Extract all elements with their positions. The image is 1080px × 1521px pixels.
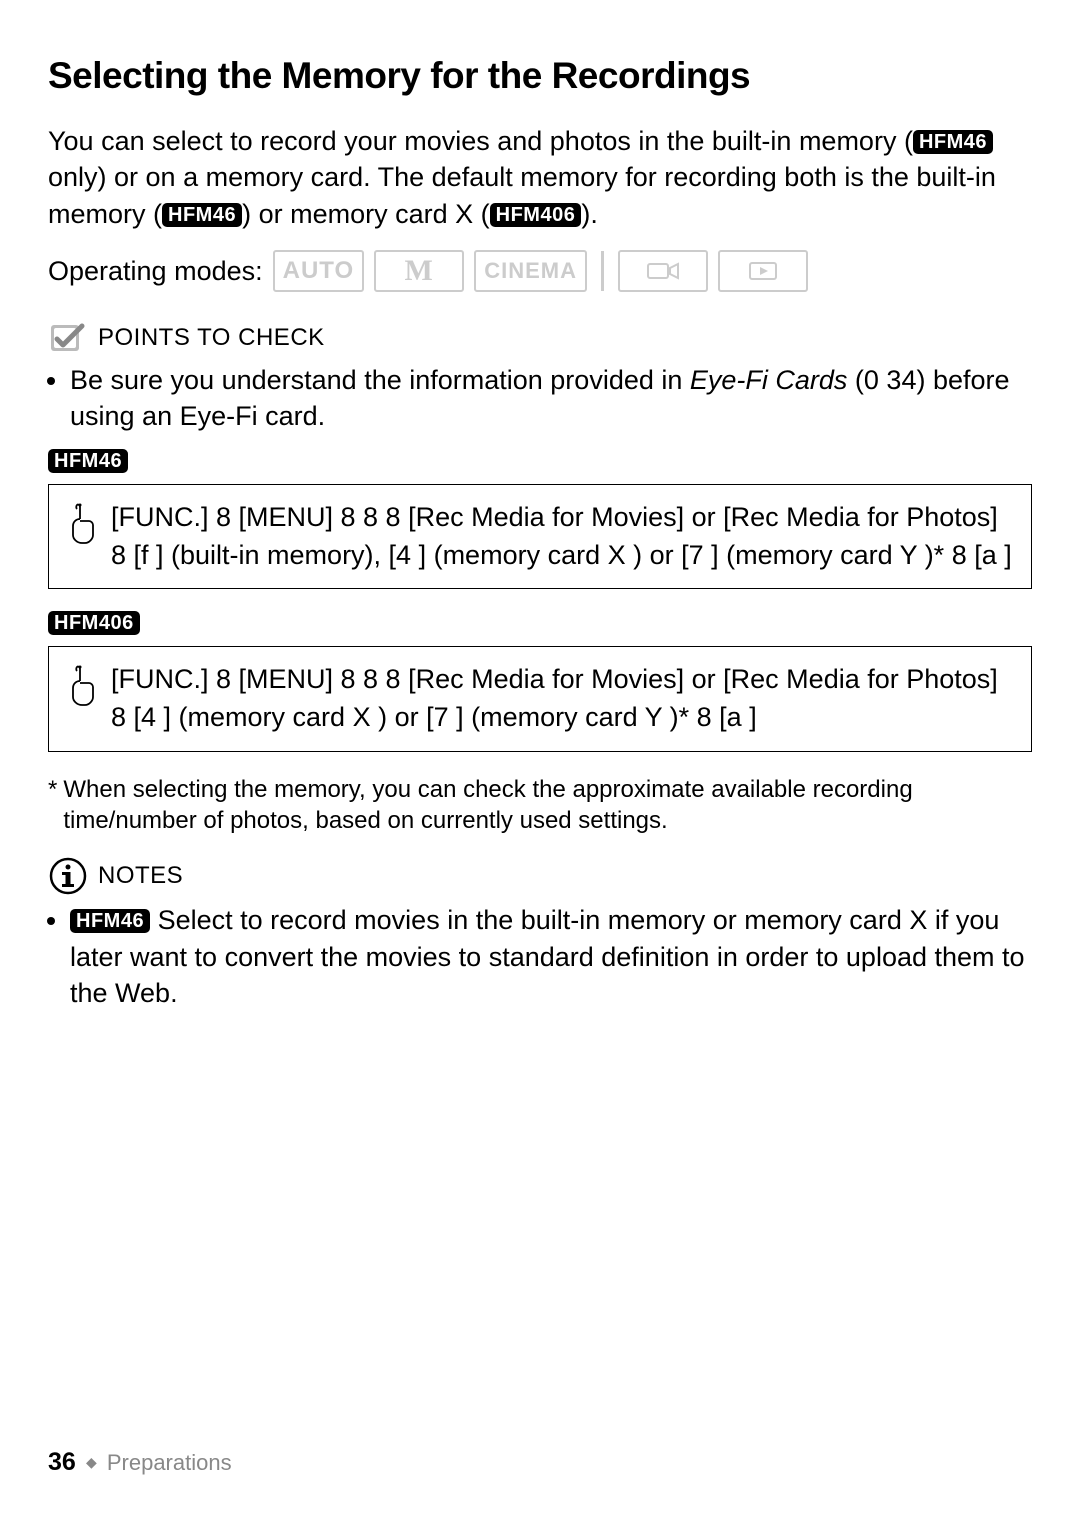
intro-text: ). <box>581 199 598 229</box>
model-pill-hfm406: HFM406 <box>490 203 582 227</box>
notes-text: Select to record movies in the built-in … <box>70 905 1025 1008</box>
points-to-check-header: POINTS TO CHECK <box>48 320 1032 356</box>
model-section-tag: HFM406 <box>48 611 1032 636</box>
operating-modes-row: Operating modes: AUTO M CINEMA <box>48 250 1032 292</box>
notes-list: HFM46 Select to record movies in the bui… <box>48 902 1032 1011</box>
model-pill-hfm46: HFM46 <box>162 203 242 227</box>
mode-divider <box>601 251 604 291</box>
section-title: Selecting the Memory for the Recordings <box>48 50 1032 97</box>
footer-separator-icon: ◆ <box>82 1454 101 1470</box>
mode-play-icon <box>718 250 808 292</box>
instruction-text: [FUNC.] 8 [MENU] 8 8 8 [Rec Media for Mo… <box>111 661 1017 737</box>
intro-text: ) or memory card X ( <box>242 199 490 229</box>
notes-label: NOTES <box>98 862 183 890</box>
notes-header: NOTES <box>48 856 1032 896</box>
points-to-check-list: Be sure you understand the information p… <box>48 362 1032 435</box>
points-to-check-label: POINTS TO CHECK <box>98 324 325 352</box>
notes-item: HFM46 Select to record movies in the bui… <box>70 902 1032 1011</box>
instruction-text: [FUNC.] 8 [MENU] 8 8 8 [Rec Media for Mo… <box>111 499 1017 575</box>
model-pill-hfm46: HFM46 <box>48 449 128 473</box>
footnote: * When selecting the memory, you can che… <box>48 774 1032 836</box>
model-pill-hfm46: HFM46 <box>913 130 993 154</box>
bullet-text: Be sure you understand the information p… <box>70 365 690 395</box>
info-icon <box>48 856 88 896</box>
footnote-text: When selecting the memory, you can check… <box>63 774 1032 836</box>
instruction-box: [FUNC.] 8 [MENU] 8 8 8 [Rec Media for Mo… <box>48 646 1032 752</box>
model-pill-hfm46: HFM46 <box>70 909 150 933</box>
touch-icon <box>63 501 97 550</box>
mode-auto: AUTO <box>273 250 365 292</box>
mode-manual: M <box>374 250 464 292</box>
footnote-marker: * <box>48 774 57 836</box>
model-section-tag: HFM46 <box>48 449 1032 474</box>
intro-text: You can select to record your movies and… <box>48 126 913 156</box>
mode-cinema: CINEMA <box>474 250 587 292</box>
points-to-check-item: Be sure you understand the information p… <box>70 362 1032 435</box>
model-pill-hfm406: HFM406 <box>48 611 140 635</box>
touch-icon <box>63 663 97 712</box>
page-number: 36 <box>48 1448 76 1476</box>
bullet-emphasis: Eye-Fi Cards <box>690 365 848 395</box>
chapter-name: Preparations <box>107 1450 232 1475</box>
intro-paragraph: You can select to record your movies and… <box>48 123 1032 232</box>
checkmark-icon <box>48 320 88 356</box>
instruction-box: [FUNC.] 8 [MENU] 8 8 8 [Rec Media for Mo… <box>48 484 1032 590</box>
operating-modes-label: Operating modes: <box>48 256 263 287</box>
mode-camera-icon <box>618 250 708 292</box>
page-footer: 36 ◆ Preparations <box>48 1448 232 1477</box>
